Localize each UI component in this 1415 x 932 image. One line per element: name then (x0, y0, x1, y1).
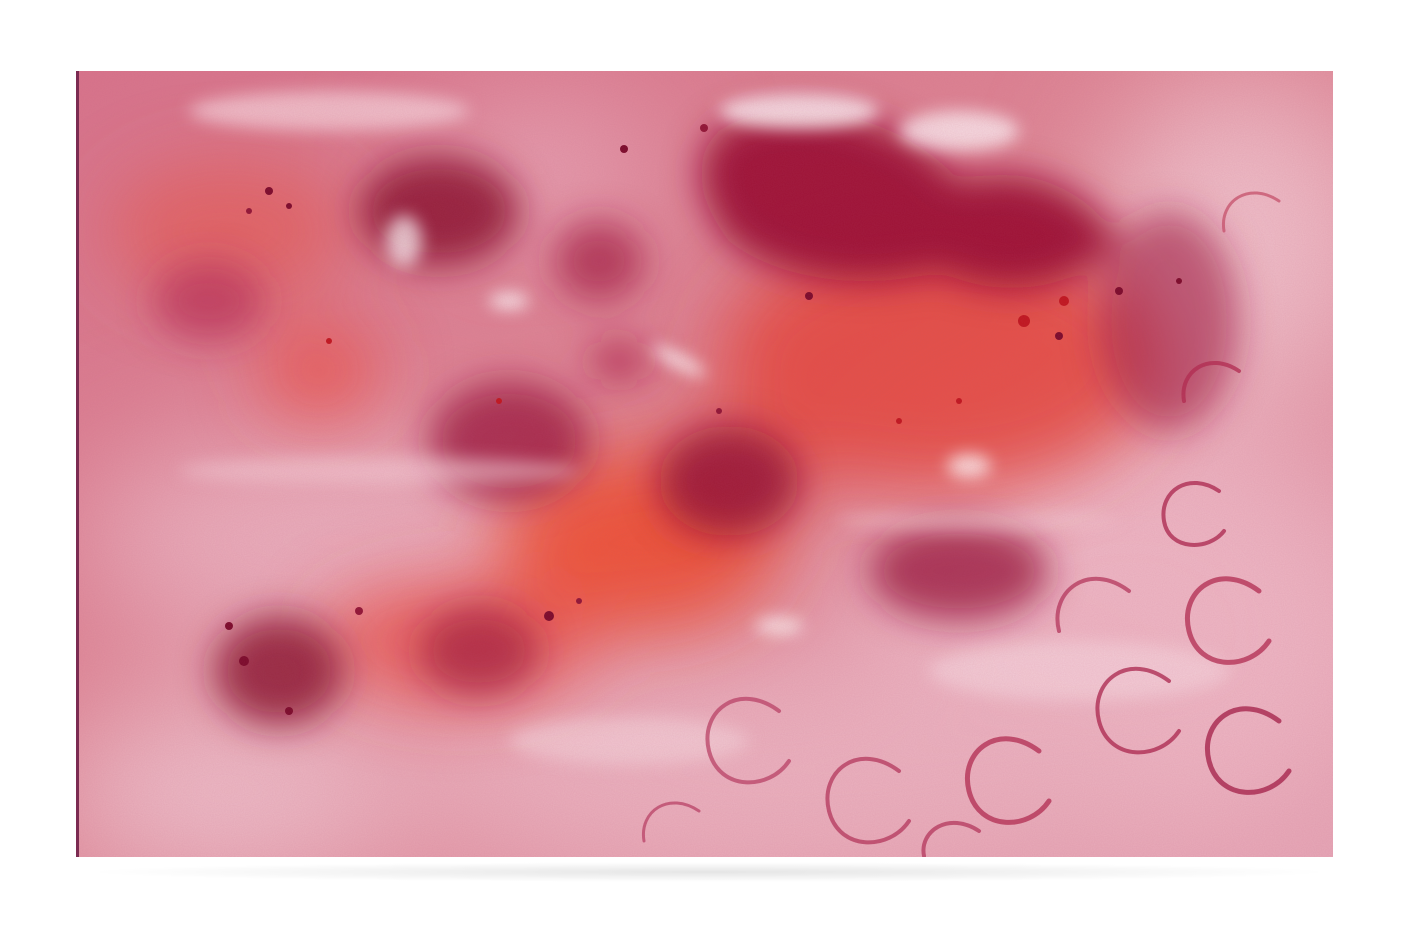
abstract-painting-canvas (79, 71, 1333, 857)
painting-artwork (79, 71, 1333, 857)
paint-texture (79, 71, 1333, 857)
photo-scene (0, 0, 1415, 932)
canvas-shadow (80, 862, 1338, 882)
